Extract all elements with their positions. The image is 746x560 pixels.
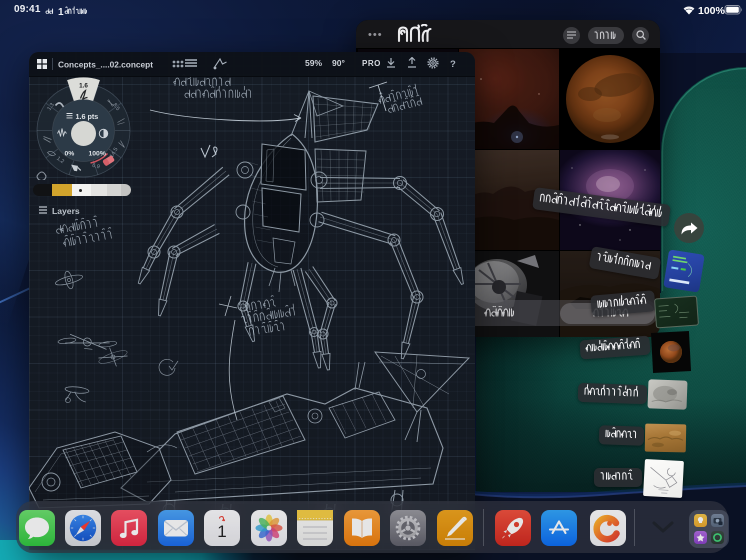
svg-text:100%: 100% (698, 5, 726, 17)
svg-text:?: ? (450, 59, 456, 70)
svg-text:1.6 pts: 1.6 pts (76, 112, 99, 121)
svg-text:1: 1 (58, 7, 64, 17)
svg-text:0%: 0% (65, 151, 75, 158)
svg-text:Layers: Layers (52, 206, 80, 216)
svg-text:1.6: 1.6 (79, 83, 88, 90)
svg-text:100%: 100% (89, 151, 106, 158)
svg-text:Concepts_....02.concept: Concepts_....02.concept (58, 60, 153, 70)
